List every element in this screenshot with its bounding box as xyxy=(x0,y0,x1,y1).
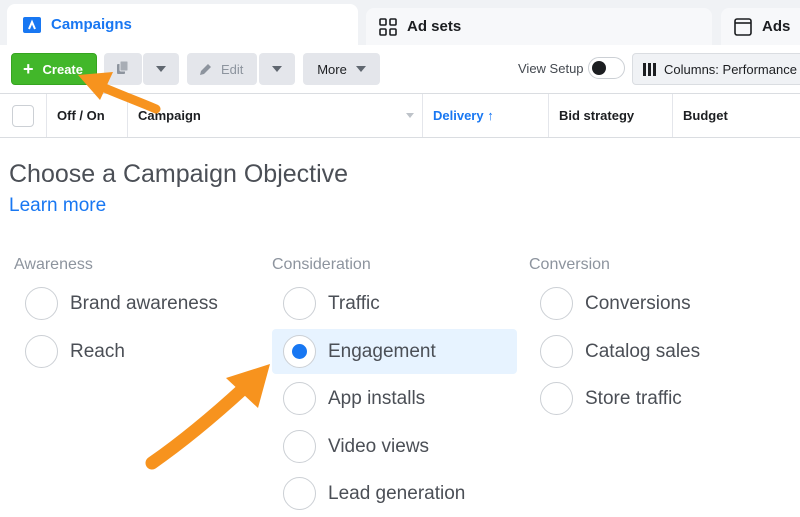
radio-button[interactable] xyxy=(283,430,316,463)
column-bid-strategy[interactable]: Bid strategy xyxy=(549,94,673,137)
option-store-traffic[interactable]: Store traffic xyxy=(540,376,770,421)
chevron-down-icon xyxy=(406,113,414,118)
option-catalog-sales[interactable]: Catalog sales xyxy=(540,329,770,374)
table-header: Off / On Campaign Delivery ↑ Bid strateg… xyxy=(0,93,800,138)
edit-dropdown-button[interactable] xyxy=(259,53,295,85)
select-all-checkbox[interactable] xyxy=(12,104,34,127)
pencil-icon xyxy=(198,62,213,77)
option-label: Store traffic xyxy=(585,387,682,409)
option-label: Brand awareness xyxy=(70,292,218,314)
option-video-views[interactable]: Video views xyxy=(283,424,513,469)
column-delivery[interactable]: Delivery ↑ xyxy=(423,94,549,137)
columns-button[interactable]: Columns: Performance xyxy=(632,53,800,85)
grid-icon xyxy=(378,17,398,37)
column-heading-conversion: Conversion xyxy=(529,256,610,273)
chevron-down-icon xyxy=(156,66,166,72)
option-lead-generation[interactable]: Lead generation xyxy=(283,471,513,516)
more-label: More xyxy=(317,61,347,77)
campaign-flag-icon xyxy=(22,15,42,35)
radio-button[interactable] xyxy=(540,287,573,320)
option-app-installs[interactable]: App installs xyxy=(283,376,513,421)
create-label: Create xyxy=(42,61,83,77)
tab-label: Campaigns xyxy=(51,16,132,33)
view-setup-toggle[interactable] xyxy=(588,57,625,79)
option-label: Lead generation xyxy=(328,482,466,504)
more-button[interactable]: More xyxy=(303,53,380,85)
toolbar: + Create Edit More View Setup Columns: P… xyxy=(0,45,800,93)
option-label: App installs xyxy=(328,387,426,409)
option-label: Traffic xyxy=(328,292,380,314)
option-label: Conversions xyxy=(585,292,691,314)
duplicate-button[interactable] xyxy=(104,53,142,85)
column-label: Delivery ↑ xyxy=(433,108,494,123)
column-off-on[interactable]: Off / On xyxy=(47,94,128,137)
radio-button[interactable] xyxy=(283,477,316,510)
column-heading-awareness: Awareness xyxy=(14,256,93,273)
tab-ad-sets[interactable]: Ad sets xyxy=(366,8,712,45)
tab-label: Ads xyxy=(762,18,791,35)
option-brand-awareness[interactable]: Brand awareness xyxy=(25,281,255,326)
columns-label: Columns: Performance xyxy=(664,61,797,77)
tab-label: Ad sets xyxy=(407,18,462,35)
radio-button[interactable] xyxy=(540,335,573,368)
option-label: Catalog sales xyxy=(585,340,701,362)
arrow-to-engagement-icon xyxy=(145,364,270,470)
option-traffic[interactable]: Traffic xyxy=(283,281,513,326)
radio-button[interactable] xyxy=(283,287,316,320)
column-label: Bid strategy xyxy=(559,108,635,123)
column-label: Campaign xyxy=(138,108,201,123)
column-budget[interactable]: Budget xyxy=(673,94,800,137)
learn-more-link[interactable]: Learn more xyxy=(9,195,106,217)
create-button[interactable]: + Create xyxy=(11,53,97,85)
radio-dot xyxy=(292,344,307,359)
tab-bar: Campaigns Ad sets Ads xyxy=(0,0,800,45)
column-heading-consideration: Consideration xyxy=(272,256,371,273)
columns-icon xyxy=(643,62,656,76)
window-icon xyxy=(733,17,753,37)
plus-icon: + xyxy=(23,59,34,79)
radio-button-selected[interactable] xyxy=(283,335,316,368)
radio-button[interactable] xyxy=(25,287,58,320)
view-setup-label: View Setup xyxy=(518,61,584,76)
option-label: Reach xyxy=(70,340,125,362)
tab-campaigns[interactable]: Campaigns xyxy=(7,4,358,45)
radio-button[interactable] xyxy=(25,335,58,368)
objective-title: Choose a Campaign Objective xyxy=(9,160,349,188)
edit-button[interactable]: Edit xyxy=(187,53,257,85)
column-label: Off / On xyxy=(57,108,105,123)
tab-ads[interactable]: Ads xyxy=(721,8,800,45)
toggle-knob xyxy=(592,61,606,75)
option-reach[interactable]: Reach xyxy=(25,329,255,374)
chevron-down-icon xyxy=(355,66,366,72)
option-label: Video views xyxy=(328,435,430,457)
select-all-cell xyxy=(0,94,47,137)
column-campaign[interactable]: Campaign xyxy=(128,94,423,137)
edit-label: Edit xyxy=(221,61,244,77)
radio-button[interactable] xyxy=(540,382,573,415)
option-engagement[interactable]: Engagement xyxy=(272,329,517,374)
radio-button[interactable] xyxy=(283,382,316,415)
chevron-down-icon xyxy=(272,66,282,72)
duplicate-dropdown-button[interactable] xyxy=(143,53,179,85)
column-label: Budget xyxy=(683,108,728,123)
option-conversions[interactable]: Conversions xyxy=(540,281,770,326)
duplicate-icon xyxy=(115,60,131,79)
option-label: Engagement xyxy=(328,340,436,362)
